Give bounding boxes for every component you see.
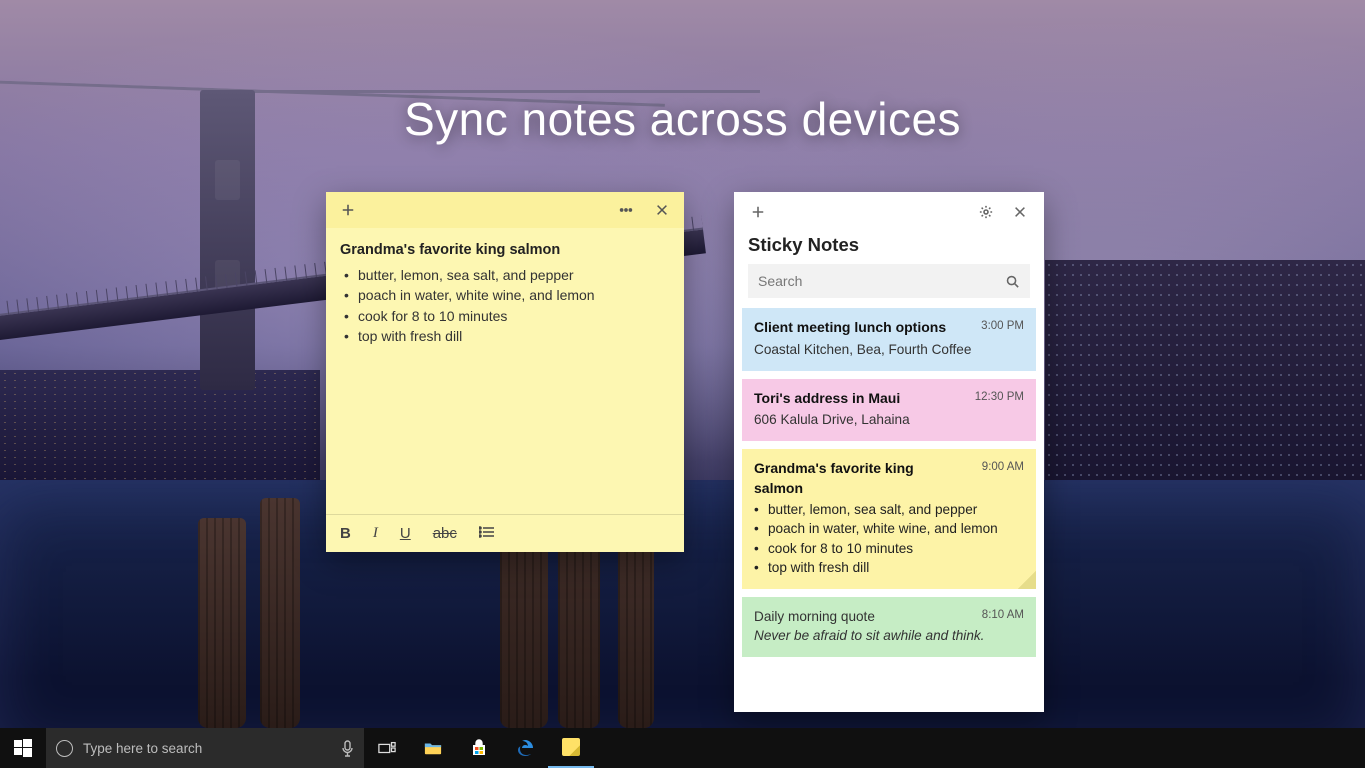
sticky-notes-taskbar-button[interactable] [548, 728, 594, 768]
card-time: 12:30 PM [975, 389, 1024, 405]
close-note-button[interactable] [648, 196, 676, 224]
note-item: cook for 8 to 10 minutes [344, 306, 670, 326]
close-icon [1013, 205, 1027, 219]
new-note-button[interactable] [334, 196, 362, 224]
plus-icon [341, 203, 355, 217]
taskbar[interactable]: Type here to search [0, 728, 1365, 768]
card-time: 8:10 AM [982, 607, 1024, 623]
card-subtitle: Coastal Kitchen, Bea, Fourth Coffee [754, 340, 1024, 359]
card-time: 9:00 AM [982, 459, 1024, 475]
notes-list-window[interactable]: Sticky Notes Search 3:00 PM Client meeti… [734, 192, 1044, 712]
bold-button[interactable]: B [340, 525, 351, 542]
taskbar-search-placeholder: Type here to search [83, 741, 202, 756]
card-item: butter, lemon, sea salt, and pepper [754, 500, 1024, 519]
note-card[interactable]: 3:00 PM Client meeting lunch options Coa… [742, 308, 1036, 371]
close-list-button[interactable] [1006, 198, 1034, 226]
list-titlebar[interactable] [734, 192, 1044, 232]
windows-icon [14, 739, 32, 757]
note-item: top with fresh dill [344, 326, 670, 346]
desktop: Sync notes across devices Grandma's favo… [0, 0, 1365, 768]
note-list: butter, lemon, sea salt, and pepper poac… [340, 265, 670, 346]
note-item: butter, lemon, sea salt, and pepper [344, 265, 670, 285]
sticky-notes-icon [562, 738, 580, 756]
start-button[interactable] [0, 728, 46, 768]
taskbar-search[interactable]: Type here to search [46, 728, 364, 768]
underline-button[interactable]: U [400, 525, 411, 542]
format-toolbar: B I U abc [326, 514, 684, 552]
plus-icon [751, 205, 765, 219]
task-view-button[interactable] [364, 728, 410, 768]
bullets-button[interactable] [479, 525, 495, 542]
card-item: cook for 8 to 10 minutes [754, 539, 1024, 558]
card-item: top with fresh dill [754, 558, 1024, 577]
card-item: poach in water, white wine, and lemon [754, 519, 1024, 538]
note-card[interactable]: 12:30 PM Tori's address in Maui 606 Kalu… [742, 379, 1036, 442]
note-card[interactable]: 8:10 AM Daily morning quote Never be afr… [742, 597, 1036, 657]
gear-icon [979, 205, 993, 219]
fold-corner-icon [1018, 571, 1036, 589]
card-subtitle: 606 Kalula Drive, Lahaina [754, 410, 1024, 429]
italic-button[interactable]: I [373, 525, 378, 542]
strike-button[interactable]: abc [433, 525, 457, 542]
list-icon [479, 526, 495, 538]
promo-headline: Sync notes across devices [0, 92, 1365, 146]
folder-icon [424, 739, 442, 757]
card-time: 3:00 PM [981, 318, 1024, 334]
taskview-icon [378, 739, 396, 757]
list-title: Sticky Notes [734, 232, 1044, 264]
note-title: Grandma's favorite king salmon [340, 240, 670, 261]
sticky-note-window[interactable]: Grandma's favorite king salmon butter, l… [326, 192, 684, 552]
note-body[interactable]: Grandma's favorite king salmon butter, l… [326, 228, 684, 514]
note-titlebar[interactable] [326, 192, 684, 228]
store-button[interactable] [456, 728, 502, 768]
file-explorer-button[interactable] [410, 728, 456, 768]
new-note-button[interactable] [744, 198, 772, 226]
edge-button[interactable] [502, 728, 548, 768]
search-icon [1005, 274, 1020, 289]
close-icon [655, 203, 669, 217]
note-card[interactable]: 9:00 AM Grandma's favorite king salmon b… [742, 449, 1036, 588]
mic-icon [341, 740, 354, 757]
card-quote: Never be afraid to sit awhile and think. [754, 626, 1024, 645]
search-input[interactable]: Search [748, 264, 1030, 298]
notes-cards: 3:00 PM Client meeting lunch options Coa… [734, 308, 1044, 657]
ellipsis-icon [619, 203, 633, 217]
store-icon [470, 739, 488, 757]
note-item: poach in water, white wine, and lemon [344, 285, 670, 305]
edge-icon [516, 739, 534, 757]
note-menu-button[interactable] [612, 196, 640, 224]
card-list: butter, lemon, sea salt, and pepper poac… [754, 500, 1024, 576]
cortana-icon [56, 740, 73, 757]
settings-button[interactable] [972, 198, 1000, 226]
search-placeholder: Search [758, 273, 802, 289]
